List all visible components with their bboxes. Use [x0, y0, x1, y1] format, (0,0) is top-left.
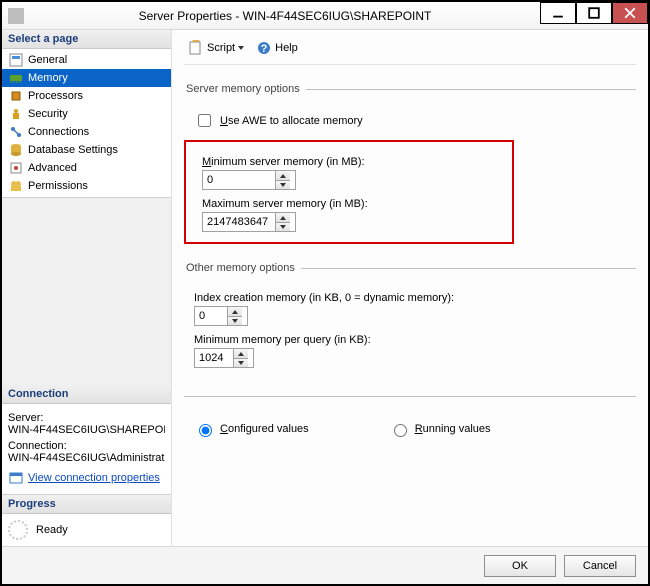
permissions-icon: [8, 178, 24, 194]
svg-text:?: ?: [261, 43, 268, 55]
other-memory-options-legend: Other memory options: [184, 262, 301, 274]
spin-down-icon[interactable]: [234, 358, 248, 367]
link-icon: [8, 470, 24, 486]
spin-up-icon[interactable]: [234, 349, 248, 358]
page-item-processors[interactable]: Processors: [2, 87, 171, 105]
progress-header: Progress: [2, 495, 171, 514]
page-item-database-settings[interactable]: Database Settings: [2, 141, 171, 159]
max-memory-label: Maximum server memory (in MB):: [202, 198, 506, 210]
link-label: View connection properties: [28, 472, 160, 484]
spin-down-icon[interactable]: [276, 180, 290, 189]
cancel-button[interactable]: Cancel: [564, 555, 636, 577]
minimize-button[interactable]: [540, 2, 576, 24]
server-value: WIN-4F44SEC6IUG\SHAREPOINT: [8, 424, 165, 436]
security-icon: [8, 106, 24, 122]
connection-box: Server: WIN-4F44SEC6IUG\SHAREPOINT Conne…: [2, 404, 171, 495]
running-values-radio[interactable]: Running values: [389, 421, 491, 437]
page-item-label: Permissions: [28, 180, 88, 192]
page-item-security[interactable]: Security: [2, 105, 171, 123]
window-title: Server Properties - WIN-4F44SEC6IUG\SHAR…: [30, 9, 540, 23]
page-item-label: Security: [28, 108, 68, 120]
min-memory-spinbox[interactable]: [202, 170, 296, 190]
other-memory-options-group: Other memory options Index creation memo…: [184, 262, 636, 368]
configured-label: Configured values: [220, 423, 309, 435]
content-panel: Script ? Help Server memory options Use …: [172, 30, 648, 546]
progress-spinner-icon: [8, 520, 28, 540]
maximize-button[interactable]: [576, 2, 612, 24]
toolbar: Script ? Help: [184, 38, 636, 65]
view-connection-properties-link[interactable]: View connection properties: [8, 470, 165, 486]
min-query-label: Minimum memory per query (in KB):: [194, 334, 636, 346]
values-group: Configured values Running values: [184, 396, 636, 437]
use-awe-checkbox[interactable]: [198, 114, 211, 127]
page-item-label: General: [28, 54, 67, 66]
help-label: Help: [275, 42, 298, 54]
running-radio-input[interactable]: [394, 424, 407, 437]
database-icon: [8, 142, 24, 158]
spin-down-icon[interactable]: [276, 222, 290, 231]
connection-value: WIN-4F44SEC6IUG\Administrator: [8, 452, 165, 464]
page-list: General Memory Processors Security Conne…: [2, 49, 171, 198]
min-query-spinbox[interactable]: [194, 348, 254, 368]
min-query-input[interactable]: [195, 349, 233, 367]
page-item-label: Database Settings: [28, 144, 118, 156]
app-icon: [8, 8, 24, 24]
progress-box: Ready: [2, 514, 171, 546]
advanced-icon: [8, 160, 24, 176]
general-icon: [8, 52, 24, 68]
min-memory-label: Minimum server memory (in MB):: [202, 156, 506, 168]
spin-down-icon[interactable]: [228, 316, 242, 325]
index-memory-input[interactable]: [195, 307, 227, 325]
close-button[interactable]: [612, 2, 648, 24]
server-label: Server:: [8, 412, 165, 424]
script-icon: [188, 40, 204, 56]
connection-label: Connection:: [8, 440, 165, 452]
page-item-label: Processors: [28, 90, 83, 102]
page-item-label: Memory: [28, 72, 68, 84]
select-page-header: Select a page: [2, 30, 171, 49]
help-button[interactable]: ? Help: [252, 38, 302, 58]
connection-header: Connection: [2, 385, 171, 404]
script-button[interactable]: Script: [184, 38, 248, 58]
page-item-advanced[interactable]: Advanced: [2, 159, 171, 177]
page-item-connections[interactable]: Connections: [2, 123, 171, 141]
script-label: Script: [207, 42, 235, 54]
configured-radio-input[interactable]: [199, 424, 212, 437]
footer: OK Cancel: [2, 546, 648, 584]
ok-button[interactable]: OK: [484, 555, 556, 577]
server-memory-options-group: Server memory options Use AWE to allocat…: [184, 83, 636, 244]
processors-icon: [8, 88, 24, 104]
server-properties-window: Server Properties - WIN-4F44SEC6IUG\SHAR…: [0, 0, 650, 586]
help-icon: ?: [256, 40, 272, 56]
use-awe-label: Use AWE to allocate memory: [220, 115, 363, 127]
min-memory-input[interactable]: [203, 171, 275, 189]
left-panel: Select a page General Memory Processors …: [2, 30, 172, 546]
page-item-memory[interactable]: Memory: [2, 69, 171, 87]
index-memory-label: Index creation memory (in KB, 0 = dynami…: [194, 292, 636, 304]
connections-icon: [8, 124, 24, 140]
highlight-box: Minimum server memory (in MB): Maximum s…: [184, 140, 514, 244]
running-label: Running values: [415, 423, 491, 435]
server-memory-options-legend: Server memory options: [184, 83, 306, 95]
index-memory-spinbox[interactable]: [194, 306, 248, 326]
page-item-permissions[interactable]: Permissions: [2, 177, 171, 195]
progress-state: Ready: [36, 524, 68, 536]
spin-up-icon[interactable]: [276, 213, 290, 222]
page-item-label: Connections: [28, 126, 89, 138]
dropdown-icon: [238, 46, 244, 50]
max-memory-input[interactable]: [203, 213, 275, 231]
spin-up-icon[interactable]: [228, 307, 242, 316]
spin-up-icon[interactable]: [276, 171, 290, 180]
titlebar: Server Properties - WIN-4F44SEC6IUG\SHAR…: [2, 2, 648, 30]
configured-values-radio[interactable]: Configured values: [194, 421, 309, 437]
page-item-label: Advanced: [28, 162, 77, 174]
max-memory-spinbox[interactable]: [202, 212, 296, 232]
memory-icon: [8, 70, 24, 86]
page-item-general[interactable]: General: [2, 51, 171, 69]
